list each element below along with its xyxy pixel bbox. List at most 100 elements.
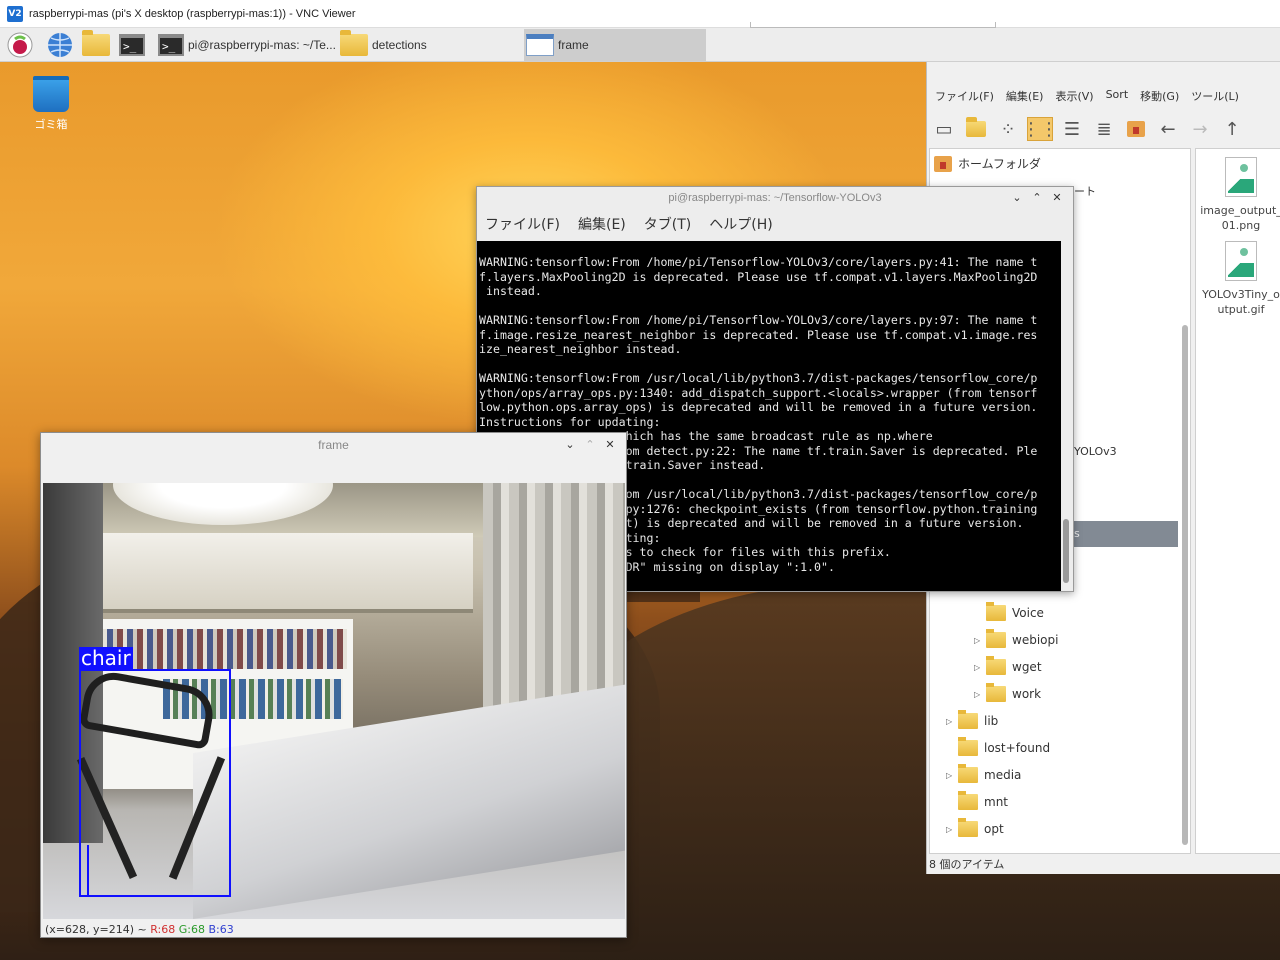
file-name: YOLOv3Tiny_o: [1202, 288, 1280, 301]
scene-cabinet: [53, 533, 473, 613]
tree-item-voice[interactable]: Voice: [974, 602, 1044, 621]
tree-item-lost-found[interactable]: lost+found: [946, 737, 1051, 756]
folder-icon: [958, 764, 978, 783]
tree-partial-label: ート: [1074, 185, 1096, 198]
tree-item-label: webiopi: [1012, 633, 1059, 647]
expand-arrow-icon[interactable]: ▷: [974, 663, 986, 672]
minimize-icon[interactable]: ⌄: [1007, 190, 1027, 206]
fm-menu-view[interactable]: 表示(V): [1055, 88, 1093, 110]
status-coords: (x=628, y=214) ~: [45, 923, 147, 936]
file-image-output[interactable]: image_output_ 01.png: [1196, 157, 1280, 233]
file-list-pane: image_output_ 01.png YOLOv3Tiny_o utput.…: [1195, 148, 1280, 854]
tree-item-label: lib: [984, 714, 999, 728]
vnc-title-bar: V2 raspberrypi-mas (pi's X desktop (rasp…: [0, 0, 1280, 28]
tree-scrollbar[interactable]: [1182, 325, 1188, 845]
tree-item-label: work: [1012, 687, 1042, 701]
frame-title: frame: [318, 438, 349, 452]
tree-item-label: opt: [984, 822, 1004, 836]
terminal-menubar: ファイル(F) 編集(E) タブ(T) ヘルプ(H): [477, 209, 1073, 239]
list-view-icon[interactable]: ☰: [1059, 117, 1085, 141]
terminal-menu-help[interactable]: ヘルプ(H): [709, 214, 772, 234]
file-manager-launcher-icon[interactable]: [82, 30, 110, 59]
new-window-icon[interactable]: ▭: [931, 117, 957, 141]
terminal-line: ython/ops/array_ops.py:1340: add_dispatc…: [479, 385, 1038, 400]
icon-view-icon[interactable]: ⋮⋮: [1022, 117, 1058, 141]
expand-arrow-icon[interactable]: ▷: [974, 690, 986, 699]
image-file-icon: [1225, 241, 1257, 281]
new-folder-icon[interactable]: [963, 117, 989, 141]
expand-arrow-icon[interactable]: ▷: [946, 825, 958, 834]
folder-icon: [340, 30, 368, 56]
up-arrow-icon[interactable]: ↑: [1219, 117, 1245, 141]
minimize-icon[interactable]: ⌄: [560, 437, 580, 453]
terminal-line: instead.: [479, 284, 542, 298]
tree-item-webiopi[interactable]: ▷ webiopi: [974, 629, 1059, 648]
detection-label: chair: [79, 646, 133, 670]
tree-item-wget[interactable]: ▷ wget: [974, 656, 1042, 675]
tree-selected-label: s: [1074, 527, 1080, 540]
task-terminal[interactable]: >_ pi@raspberrypi-mas: ~/Te...: [158, 29, 338, 61]
fm-menu-tools[interactable]: ツール(L): [1191, 88, 1239, 110]
terminal-line: ize_nearest_neighbor instead.: [479, 342, 682, 356]
back-arrow-icon[interactable]: ←: [1155, 117, 1181, 141]
fm-menu-file[interactable]: ファイル(F): [935, 88, 994, 110]
icon-view-small-icon[interactable]: ⁘: [995, 117, 1021, 141]
task-frame[interactable]: frame: [524, 29, 706, 61]
tree-item-label: lost+found: [984, 741, 1051, 755]
terminal-menu-edit[interactable]: 編集(E): [578, 214, 626, 234]
terminal-line: f.layers.MaxPooling2D is deprecated. Ple…: [479, 269, 1038, 284]
trash-icon: [33, 76, 69, 112]
close-icon[interactable]: ✕: [600, 437, 620, 453]
maximize-icon[interactable]: ⌃: [580, 437, 600, 453]
image-file-icon: [1225, 157, 1257, 197]
tree-item-label: Voice: [1012, 606, 1044, 620]
terminal-title: pi@raspberrypi-mas: ~/Tensorflow-YOLOv3: [668, 192, 882, 204]
terminal-scroll-thumb[interactable]: [1063, 519, 1069, 583]
tree-item-lib[interactable]: ▷ lib: [946, 710, 999, 729]
raspberry-menu-icon[interactable]: [6, 31, 34, 59]
fm-menu-go[interactable]: 移動(G): [1140, 88, 1179, 110]
file-name: 01.png: [1221, 219, 1261, 232]
web-browser-icon[interactable]: [46, 31, 74, 59]
terminal-menu-file[interactable]: ファイル(F): [485, 214, 560, 234]
home-icon[interactable]: [1123, 117, 1149, 141]
expand-arrow-icon[interactable]: ▷: [946, 717, 958, 726]
fm-menu-edit[interactable]: 編集(E): [1006, 88, 1044, 110]
terminal-scrollbar[interactable]: [1061, 241, 1071, 591]
close-icon[interactable]: ✕: [1047, 190, 1067, 206]
file-manager-status: 8 個のアイテム: [929, 858, 1005, 871]
terminal-line: WARNING:tensorflow:From /usr/local/lib/p…: [479, 371, 1038, 385]
home-icon: [934, 155, 952, 172]
tree-item-opt[interactable]: ▷ opt: [946, 818, 1004, 837]
folder-icon: [958, 818, 978, 837]
tree-item-work[interactable]: ▷ work: [974, 683, 1042, 702]
fm-menu-sort[interactable]: Sort: [1106, 88, 1129, 110]
detection-bounding-box: [87, 845, 229, 897]
terminal-line: f.image.resize_nearest_neighbor is depre…: [479, 327, 1038, 342]
tree-item-label: media: [984, 768, 1022, 782]
maximize-icon[interactable]: ⌃: [1027, 190, 1047, 206]
frame-window: frame ⌄ ⌃ ✕ chair (x=628, y=214) ~ R:68 …: [40, 432, 627, 938]
vnc-logo-icon: V2: [7, 5, 23, 22]
terminal-icon: >_: [158, 34, 184, 56]
terminal-line: WARNING:tensorflow:From /home/pi/Tensorf…: [479, 255, 1038, 269]
tree-item-media[interactable]: ▷ media: [946, 764, 1022, 783]
trash-desktop-icon[interactable]: ゴミ箱: [28, 76, 74, 132]
folder-icon: [986, 602, 1006, 621]
tree-home-folder[interactable]: ホームフォルダ: [934, 155, 1041, 172]
task-detections[interactable]: detections: [340, 29, 520, 61]
expand-arrow-icon[interactable]: ▷: [946, 771, 958, 780]
terminal-titlebar[interactable]: pi@raspberrypi-mas: ~/Tensorflow-YOLOv3 …: [477, 187, 1073, 209]
detail-view-icon[interactable]: ≣: [1091, 117, 1117, 141]
forward-arrow-icon[interactable]: →: [1187, 117, 1213, 141]
taskbar: >_ >_ pi@raspberrypi-mas: ~/Te... detect…: [0, 28, 1280, 62]
tree-item-mnt[interactable]: mnt: [946, 791, 1008, 810]
terminal-menu-tabs[interactable]: タブ(T): [644, 214, 691, 234]
expand-arrow-icon[interactable]: ▷: [974, 636, 986, 645]
frame-titlebar[interactable]: frame ⌄ ⌃ ✕: [41, 433, 626, 457]
terminal-launcher-icon[interactable]: >_: [118, 31, 146, 59]
camera-frame-image[interactable]: chair: [43, 483, 625, 919]
file-yolov3tiny-output[interactable]: YOLOv3Tiny_o utput.gif: [1196, 241, 1280, 317]
file-name: image_output_: [1200, 204, 1280, 217]
task-detections-label: detections: [372, 38, 427, 52]
